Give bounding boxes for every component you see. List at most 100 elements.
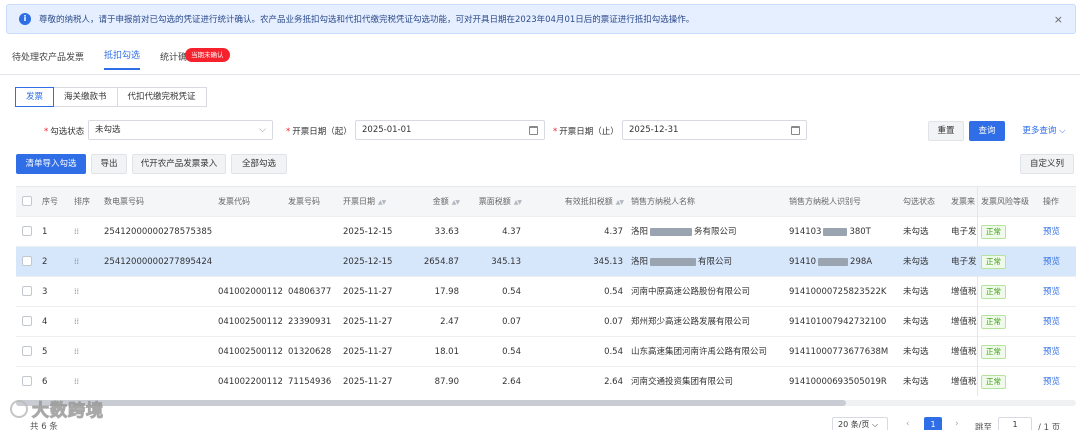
drag-handle-icon[interactable]: ⁞⁞ <box>70 337 100 367</box>
cell-tax: 0.07 <box>502 317 521 327</box>
header-tax[interactable]: 票面税额 ▲▼ <box>463 187 525 217</box>
redacted-block <box>650 257 697 266</box>
chevron-down-icon: ⌵ <box>871 420 879 429</box>
table-row[interactable]: 2 ⁞⁞ 25412000000277895424 2025-12-15 265… <box>16 247 1076 277</box>
drag-handle-icon[interactable]: ⁞⁞ <box>70 307 100 337</box>
row-checkbox[interactable] <box>22 315 32 326</box>
select-all-checkbox[interactable] <box>22 195 32 206</box>
row-checkbox[interactable] <box>22 285 32 296</box>
horizontal-scrollbar[interactable] <box>16 400 1076 406</box>
cell-tax: 0.54 <box>502 287 521 297</box>
table-row[interactable]: 4 ⁞⁞ 041002500112 23390931 2025-11-27 2.… <box>16 307 1076 337</box>
cell-no: 5 <box>42 347 48 357</box>
subtab-invoice[interactable]: 发票 <box>15 87 55 107</box>
info-icon: i <box>19 13 31 25</box>
cell-amount: 2.47 <box>440 317 459 327</box>
preview-link[interactable]: 预览 <box>1039 337 1076 367</box>
cell-num <box>284 247 339 277</box>
table-row[interactable]: 5 ⁞⁞ 041002500112 01320628 2025-11-27 18… <box>16 337 1076 367</box>
preview-link[interactable]: 预览 <box>1039 247 1076 277</box>
page-1-button[interactable]: 1 <box>924 417 942 430</box>
row-checkbox[interactable] <box>22 345 32 356</box>
cell-eff-tax: 4.37 <box>604 227 623 237</box>
sort-icon[interactable]: ▲▼ <box>616 199 624 206</box>
custom-columns-button[interactable]: 自定义列 <box>1020 154 1074 174</box>
cell-einv: 25412000000277895424 <box>104 257 213 267</box>
close-icon[interactable]: × <box>1054 13 1063 26</box>
cell-num <box>284 217 339 247</box>
preview-link[interactable]: 预览 <box>1039 367 1076 396</box>
cell-taxid: 91410000693505019R <box>789 377 887 387</box>
goto-page-input[interactable]: 1 <box>998 417 1032 430</box>
preview-link[interactable]: 预览 <box>1039 217 1076 247</box>
total-count: 共 6 条 <box>30 422 58 430</box>
end-date-input[interactable]: 2025-12-31 <box>622 120 807 140</box>
cell-status: 未勾选 <box>903 377 929 387</box>
header-no: 序号 <box>42 197 58 206</box>
cell-code: 041002200112 <box>218 377 283 387</box>
cell-tax: 345.13 <box>491 257 521 267</box>
page-size-select[interactable]: 20 条/页 ⌵ <box>832 417 888 430</box>
header-date[interactable]: 开票日期 ▲▼ <box>339 187 401 217</box>
header-eff-tax[interactable]: 有效抵扣税额 ▲▼ <box>525 187 627 217</box>
next-page-icon[interactable]: › <box>955 419 959 429</box>
subtab-withholding[interactable]: 代扣代缴完税凭证 <box>116 87 207 107</box>
risk-badge: 正常 <box>981 314 1006 329</box>
more-search-button[interactable]: 更多查询 ⌵ <box>1018 121 1070 141</box>
status-select[interactable]: 未勾选 ⌵ <box>88 120 273 140</box>
cell-amount: 2654.87 <box>423 257 459 267</box>
cell-einv <box>100 307 214 337</box>
prev-page-icon[interactable]: ‹ <box>906 419 910 429</box>
cell-taxid: 914101007942732100 <box>789 317 887 327</box>
row-checkbox-cell[interactable] <box>18 277 38 307</box>
row-checkbox-cell[interactable] <box>18 307 38 337</box>
tab-deduction-select[interactable]: 抵扣勾选 <box>104 48 141 70</box>
cell-num: 71154936 <box>288 377 332 387</box>
header-amount[interactable]: 金额 ▲▼ <box>401 187 463 217</box>
header-einv[interactable]: 数电票号码 <box>100 187 214 217</box>
agri-entry-button[interactable]: 代开农产品发票录入 <box>132 154 226 174</box>
drag-handle-icon[interactable]: ⁞⁞ <box>70 247 100 277</box>
total-pages: / 1 页 <box>1038 423 1061 430</box>
search-button[interactable]: 查询 <box>969 121 1005 141</box>
cell-seller: 郑州郑少高速公路发展有限公司 <box>631 317 751 327</box>
cell-no: 2 <box>42 257 48 267</box>
row-checkbox-cell[interactable] <box>18 217 38 247</box>
start-date-label: * 开票日期（起） <box>286 127 352 137</box>
cell-tax: 2.64 <box>502 377 521 387</box>
select-all-button[interactable]: 全部勾选 <box>231 154 287 174</box>
cell-code <box>214 247 284 277</box>
row-checkbox-cell[interactable] <box>18 337 38 367</box>
table-row[interactable]: 3 ⁞⁞ 041002000112 04806377 2025-11-27 17… <box>16 277 1076 307</box>
tab-pending-agri[interactable]: 待处理农产品发票 <box>12 50 84 70</box>
cell-no: 1 <box>42 227 48 237</box>
drag-handle-icon[interactable]: ⁞⁞ <box>70 217 100 247</box>
preview-link[interactable]: 预览 <box>1039 277 1076 307</box>
export-button[interactable]: 导出 <box>91 154 127 174</box>
sort-icon[interactable]: ▲▼ <box>514 199 522 206</box>
row-checkbox[interactable] <box>22 255 32 266</box>
row-checkbox[interactable] <box>22 375 32 386</box>
row-checkbox-cell[interactable] <box>18 367 38 396</box>
invoice-table: 序号 排序 数电票号码 发票代码 发票号码 开票日期 ▲▼ 金额 ▲▼ 票面税额 ▲▼… <box>16 186 1076 396</box>
header-checkbox-cell[interactable] <box>18 187 38 217</box>
import-select-button[interactable]: 清单导入勾选 <box>16 154 86 174</box>
header-num: 发票号码 <box>288 197 320 206</box>
sort-icon[interactable]: ▲▼ <box>452 199 460 206</box>
cell-taxid: 91410000725823522K <box>789 287 887 297</box>
cell-seller: 洛阳 务有限公司 <box>631 227 737 237</box>
row-checkbox-cell[interactable] <box>18 247 38 277</box>
calendar-icon <box>791 126 800 135</box>
drag-handle-icon[interactable]: ⁞⁞ <box>70 277 100 307</box>
table-row[interactable]: 6 ⁞⁞ 041002200112 71154936 2025-11-27 87… <box>16 367 1076 396</box>
scrollbar-thumb[interactable] <box>16 400 846 406</box>
sort-icon[interactable]: ▲▼ <box>378 199 386 206</box>
reset-button[interactable]: 重置 <box>928 121 964 141</box>
cell-taxid: 91411000773677638M <box>789 347 889 357</box>
row-checkbox[interactable] <box>22 225 32 236</box>
preview-link[interactable]: 预览 <box>1039 307 1076 337</box>
drag-handle-icon[interactable]: ⁞⁞ <box>70 367 100 396</box>
table-row[interactable]: 1 ⁞⁞ 25412000000278575385 2025-12-15 33.… <box>16 217 1076 247</box>
start-date-input[interactable]: 2025-01-01 <box>355 120 545 140</box>
subtab-customs[interactable]: 海关缴款书 <box>53 87 118 107</box>
